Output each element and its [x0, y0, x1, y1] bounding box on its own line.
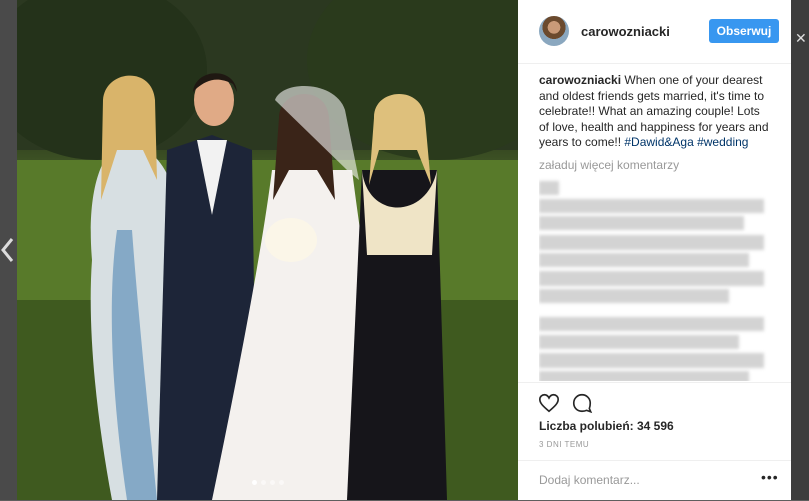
redacted-comment	[539, 317, 764, 331]
redacted-comment	[539, 235, 764, 250]
username-link[interactable]: carowozniacki	[581, 24, 670, 39]
redacted-comment	[539, 353, 764, 368]
carousel-dot[interactable]	[278, 480, 284, 485]
more-options-icon[interactable]: •••	[761, 469, 779, 485]
follow-button[interactable]: Obserwuj	[709, 19, 779, 43]
chevron-left-icon[interactable]	[0, 236, 16, 264]
carousel-dot[interactable]	[251, 480, 257, 485]
load-more-comments-link[interactable]: załaduj więcej komentarzy	[539, 158, 769, 174]
hashtag-link[interactable]: #wedding	[697, 135, 748, 149]
hashtag-link[interactable]: #Dawid&Aga	[624, 135, 693, 149]
post-side-panel: carowozniacki Obserwuj carowozniacki Whe…	[518, 0, 805, 501]
redacted-comment	[539, 371, 749, 381]
post-timestamp[interactable]: 3 DNI TEMU	[539, 440, 589, 449]
redacted-comment	[539, 289, 729, 303]
modal-right-edge	[791, 0, 809, 500]
post-header: carowozniacki Obserwuj	[518, 0, 791, 64]
post-actions: Liczba polubień: 34 596 3 DNI TEMU	[518, 382, 791, 449]
redacted-comment	[539, 216, 744, 230]
likes-count[interactable]: Liczba polubień: 34 596	[539, 419, 674, 433]
add-comment-bar: Dodaj komentarz... •••	[518, 460, 791, 501]
carousel-dot[interactable]	[260, 480, 266, 485]
comment-icon[interactable]	[571, 392, 593, 414]
post-photo[interactable]	[17, 0, 518, 500]
add-comment-input[interactable]: Dodaj komentarz...	[539, 473, 640, 487]
redacted-comment	[539, 199, 764, 213]
comments-section: carowozniacki When one of your dearest a…	[539, 73, 769, 381]
redacted-comment	[539, 253, 749, 267]
redacted-comment	[539, 271, 764, 286]
carousel-dot[interactable]	[269, 480, 275, 485]
avatar[interactable]	[539, 16, 569, 46]
close-icon[interactable]: ✕	[795, 30, 807, 46]
redacted-comment	[539, 181, 559, 195]
caption: carowozniacki When one of your dearest a…	[539, 73, 769, 151]
heart-icon[interactable]	[538, 392, 560, 414]
caption-username[interactable]: carowozniacki	[539, 73, 621, 87]
carousel-indicator	[17, 472, 518, 490]
redacted-comment	[539, 335, 739, 349]
